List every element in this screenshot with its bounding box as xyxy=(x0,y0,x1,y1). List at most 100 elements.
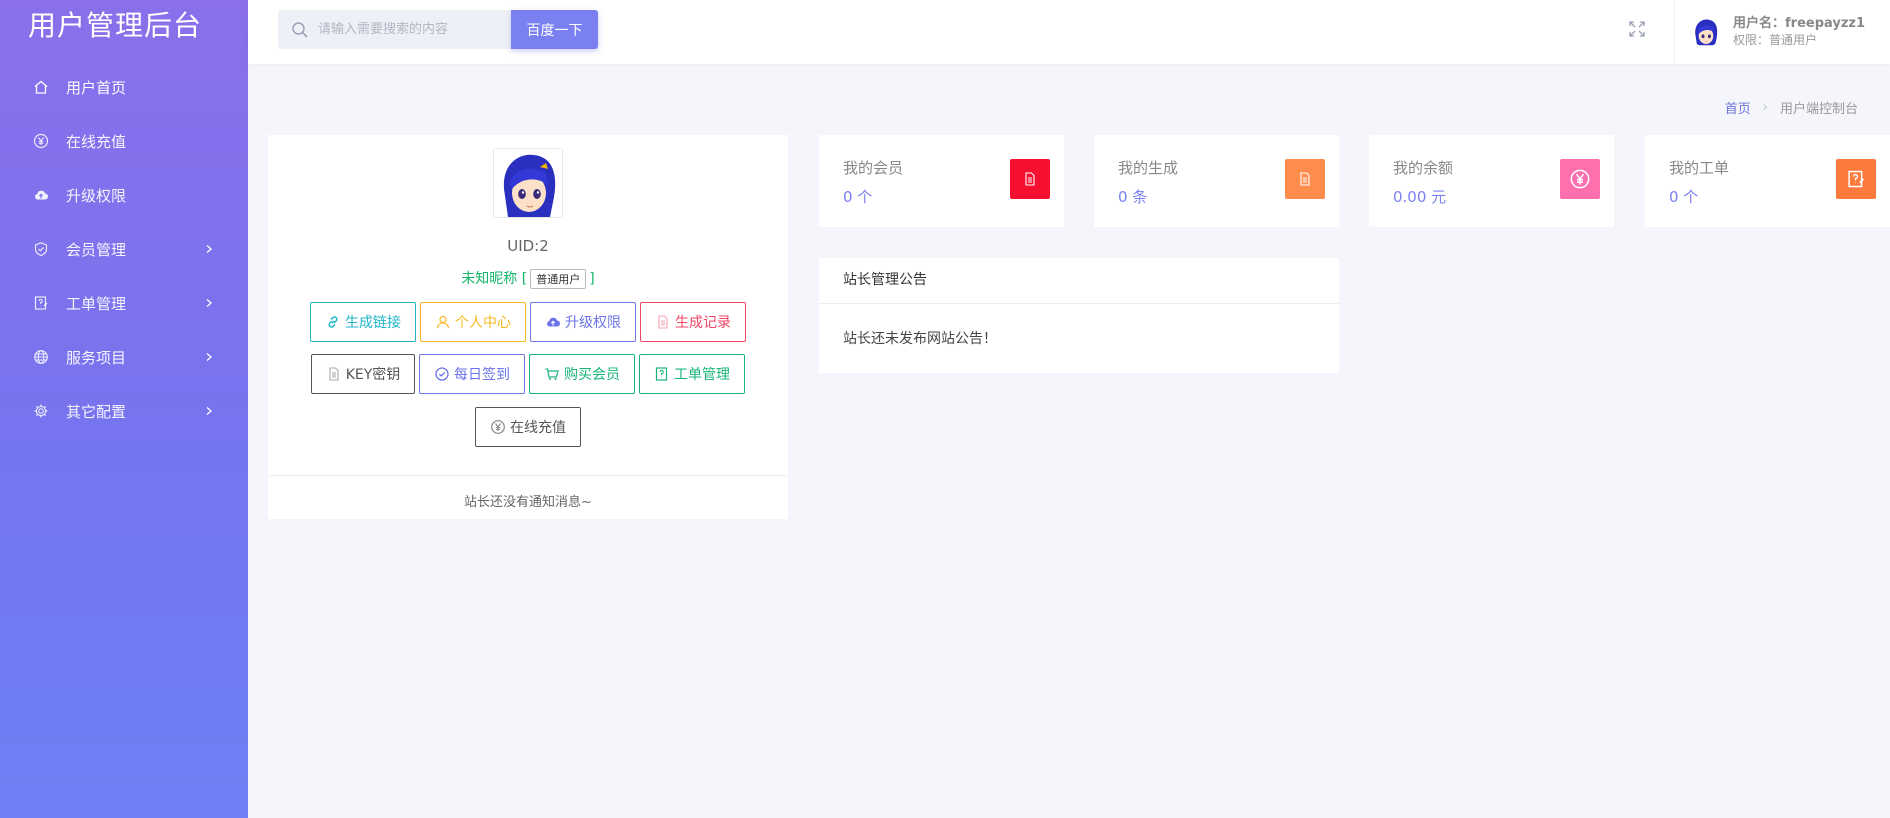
sidebar-item-label: 用户首页 xyxy=(66,78,127,97)
sidebar-nav: 用户首页 在线充值 升级权限 会员管理 工单管理 服务项目 其它配置 xyxy=(0,60,248,438)
cloud-upload-icon xyxy=(32,186,50,204)
topbar: 百度一下 用户名：freepayzz1 权限：普通用户 xyxy=(248,0,1890,64)
button-label: 每日签到 xyxy=(454,367,510,383)
announcement-panel: 站长管理公告 站长还未发布网站公告！ xyxy=(819,258,1339,373)
sidebar-item-other-settings[interactable]: 其它配置 xyxy=(0,384,248,438)
search-input[interactable] xyxy=(318,22,508,37)
action-buttons-row: KEY密钥 每日签到 购买会员 工单管理 xyxy=(268,354,788,394)
button-label: 生成链接 xyxy=(345,315,401,331)
file-icon xyxy=(326,366,342,382)
key-secret-button[interactable]: KEY密钥 xyxy=(311,354,415,394)
role-badge: 普通用户 xyxy=(530,269,587,289)
button-label: 购买会员 xyxy=(564,367,620,383)
check-circle-icon xyxy=(434,366,450,382)
stat-value: 0.00 元 xyxy=(1393,188,1447,206)
breadcrumb-separator-icon: › xyxy=(1762,100,1768,115)
breadcrumb-home-link[interactable]: 首页 xyxy=(1725,98,1751,117)
search-icon xyxy=(292,21,308,38)
sidebar-item-upgrade[interactable]: 升级权限 xyxy=(0,168,248,222)
globe-icon xyxy=(32,348,50,366)
generation-record-button[interactable]: 生成记录 xyxy=(640,302,746,342)
stat-label: 我的生成 xyxy=(1118,159,1179,177)
stat-card-members: 我的会员 0 个 xyxy=(819,135,1064,227)
user-nickname: 未知昵称 [ xyxy=(461,271,528,287)
app-brand: 用户管理后台 xyxy=(28,9,203,42)
stat-label: 我的会员 xyxy=(843,159,904,177)
file-icon xyxy=(1285,159,1325,199)
yen-icon xyxy=(32,132,50,150)
online-recharge-button[interactable]: 在线充值 xyxy=(475,407,581,447)
stat-card-balance: 我的余额 0.00 元 xyxy=(1369,135,1614,227)
breadcrumb: 首页 › 用户端控制台 xyxy=(1725,98,1858,117)
sidebar-item-member-management[interactable]: 会员管理 xyxy=(0,222,248,276)
daily-checkin-button[interactable]: 每日签到 xyxy=(419,354,525,394)
generate-link-button[interactable]: 生成链接 xyxy=(310,302,416,342)
sidebar-item-services[interactable]: 服务项目 xyxy=(0,330,248,384)
user-icon xyxy=(435,314,451,330)
announcement-body: 站长还未发布网站公告！ xyxy=(843,331,997,347)
button-label: KEY密钥 xyxy=(345,367,401,383)
ticket-icon xyxy=(32,294,50,312)
fullscreen-icon[interactable] xyxy=(1627,19,1647,39)
sidebar-item-recharge[interactable]: 在线充值 xyxy=(0,114,248,168)
shield-icon xyxy=(32,240,50,258)
button-label: 工单管理 xyxy=(674,367,730,383)
nickname-bracket: ] xyxy=(589,271,595,287)
stat-card-tickets: 我的工单 0 个 xyxy=(1645,135,1890,227)
button-label: 升级权限 xyxy=(565,315,621,331)
user-menu[interactable]: 用户名：freepayzz1 权限：普通用户 xyxy=(1674,0,1890,64)
sidebar-item-ticket-management[interactable]: 工单管理 xyxy=(0,276,248,330)
action-buttons-row: 在线充值 xyxy=(268,407,788,447)
home-icon xyxy=(32,78,50,96)
sidebar-item-label: 会员管理 xyxy=(66,240,127,259)
sidebar: 用户管理后台 用户首页 在线充值 升级权限 会员管理 工单管理 服务项目 其它配… xyxy=(0,0,248,818)
file-icon xyxy=(1010,159,1050,199)
chevron-right-icon xyxy=(206,407,212,415)
personal-center-button[interactable]: 个人中心 xyxy=(420,302,526,342)
username: 用户名：freepayzz1 xyxy=(1733,16,1866,31)
breadcrumb-current: 用户端控制台 xyxy=(1779,102,1858,117)
profile-notice: 站长还没有通知消息~ xyxy=(464,495,592,510)
cloud-upload-icon xyxy=(545,314,561,330)
sidebar-item-label: 服务项目 xyxy=(66,348,127,367)
sidebar-item-label: 升级权限 xyxy=(66,186,127,205)
button-label: 在线充值 xyxy=(510,420,566,436)
stat-label: 我的工单 xyxy=(1669,159,1730,177)
search-button[interactable]: 百度一下 xyxy=(511,10,598,49)
ticket-management-button[interactable]: 工单管理 xyxy=(639,354,745,394)
button-label: 生成记录 xyxy=(675,315,731,331)
sidebar-item-label: 工单管理 xyxy=(66,294,127,313)
user-role: 权限：普通用户 xyxy=(1733,33,1818,47)
ticket-icon xyxy=(1836,159,1876,199)
stat-label: 我的余额 xyxy=(1393,159,1454,177)
stat-value: 0 条 xyxy=(1118,188,1148,206)
yen-icon xyxy=(490,419,506,435)
sidebar-item-label: 在线充值 xyxy=(66,132,127,151)
avatar xyxy=(493,148,563,218)
buy-membership-button[interactable]: 购买会员 xyxy=(529,354,635,394)
stat-value: 0 个 xyxy=(1669,188,1699,206)
chevron-right-icon xyxy=(206,245,212,253)
button-label: 个人中心 xyxy=(455,315,511,331)
upgrade-permission-button[interactable]: 升级权限 xyxy=(530,302,636,342)
link-icon xyxy=(325,314,341,330)
cart-icon xyxy=(544,366,560,382)
user-uid: UID:2 xyxy=(507,237,549,255)
action-buttons-row: 生成链接 个人中心 升级权限 生成记录 xyxy=(268,302,788,342)
yen-icon xyxy=(1560,159,1600,199)
divider xyxy=(268,475,788,476)
file-icon xyxy=(655,314,671,330)
gear-icon xyxy=(32,402,50,420)
announcement-title: 站长管理公告 xyxy=(819,258,1339,304)
avatar xyxy=(1691,17,1721,47)
chevron-right-icon xyxy=(206,353,212,361)
sidebar-item-label: 其它配置 xyxy=(66,402,127,421)
stat-value: 0 个 xyxy=(843,188,873,206)
chevron-right-icon xyxy=(206,299,212,307)
ticket-icon xyxy=(654,366,670,382)
search-box: 百度一下 xyxy=(278,10,598,49)
stat-card-generations: 我的生成 0 条 xyxy=(1094,135,1339,227)
profile-card: UID:2 未知昵称 [普通用户] 生成链接 个人中心 升级权限 生成记录 KE… xyxy=(268,135,788,519)
sidebar-item-user-home[interactable]: 用户首页 xyxy=(0,60,248,114)
user-nickname-line: 未知昵称 [普通用户] xyxy=(268,268,788,289)
